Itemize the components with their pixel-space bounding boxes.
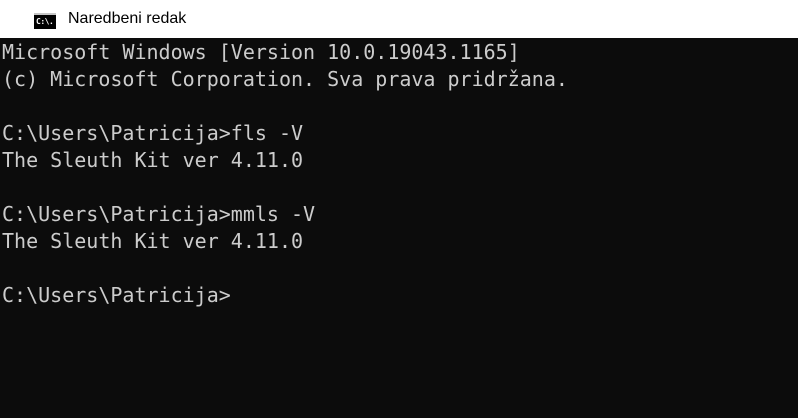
window-title: Naredbeni redak bbox=[68, 10, 187, 27]
console-line: The Sleuth Kit ver 4.11.0 bbox=[2, 148, 304, 172]
icon-label: C:\. bbox=[36, 17, 54, 26]
command-prompt-window: C:\. Naredbeni redak Microsoft Windows [… bbox=[0, 0, 798, 418]
console-line: Microsoft Windows [Version 10.0.19043.11… bbox=[2, 40, 520, 64]
console-output[interactable]: Microsoft Windows [Version 10.0.19043.11… bbox=[0, 38, 798, 418]
console-line: The Sleuth Kit ver 4.11.0 bbox=[2, 229, 304, 253]
console-line: (c) Microsoft Corporation. Sva prava pri… bbox=[2, 67, 568, 91]
console-line: C:\Users\Patricija>mmls -V bbox=[2, 202, 316, 226]
title-bar[interactable]: C:\. Naredbeni redak bbox=[0, 0, 798, 38]
console-line: C:\Users\Patricija>fls -V bbox=[2, 121, 304, 145]
command-prompt-icon: C:\. bbox=[34, 13, 56, 29]
console-prompt-line[interactable]: C:\Users\Patricija> bbox=[2, 282, 231, 308]
